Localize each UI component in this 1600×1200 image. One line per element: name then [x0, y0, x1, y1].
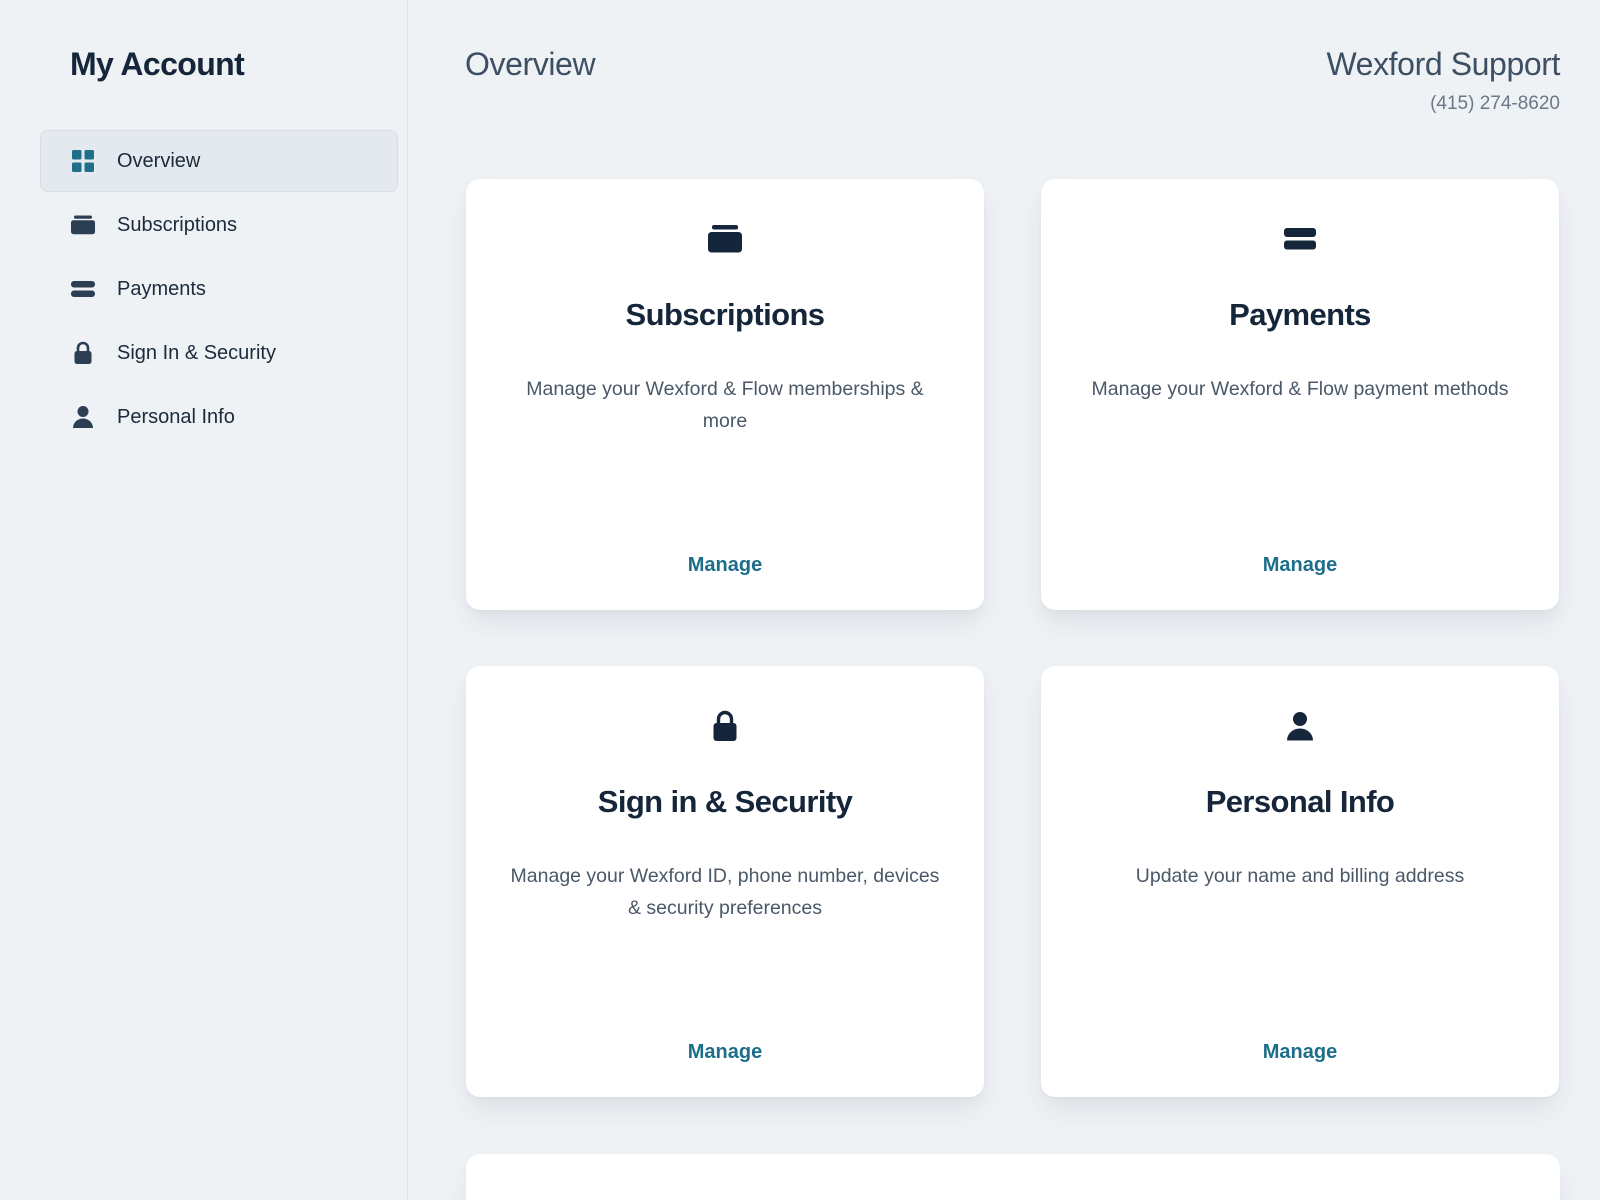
wallet-icon [71, 213, 95, 237]
grid-icon [71, 149, 95, 173]
sidebar-item-payments[interactable]: Payments [40, 258, 398, 320]
card-icon [1041, 221, 1559, 257]
page-title: Overview [465, 46, 596, 82]
manage-personal-info-link[interactable]: Manage [1041, 1041, 1559, 1064]
card-subscriptions: Subscriptions Manage your Wexford & Flow… [466, 179, 984, 610]
lock-icon [466, 708, 984, 744]
sidebar-title: My Account [70, 46, 245, 82]
support-contact: Wexford Support (415) 274-8620 [1326, 46, 1560, 115]
card-title: Sign in & Security [597, 784, 853, 819]
sidebar-item-label: Overview [117, 149, 201, 172]
card-title: Subscriptions [625, 297, 826, 332]
card-title: Payments [1229, 297, 1371, 332]
sidebar: My Account Overview Subscriptions Paymen… [0, 0, 408, 1200]
manage-payments-link[interactable]: Manage [1041, 554, 1559, 577]
card-description: Manage your Wexford ID, phone number, de… [510, 865, 940, 919]
card-title: Personal Info [1205, 784, 1395, 819]
sidebar-item-overview[interactable]: Overview [40, 130, 398, 192]
card-security: Sign in & Security Manage your Wexford I… [466, 666, 984, 1097]
sidebar-item-label: Personal Info [117, 405, 235, 428]
user-icon [71, 405, 95, 429]
lock-icon [71, 341, 95, 365]
sidebar-item-label: Subscriptions [117, 213, 238, 236]
card-description: Update your name and billing address [1135, 865, 1465, 887]
sidebar-nav: Overview Subscriptions Payments Sign In … [40, 130, 398, 450]
manage-subscriptions-link[interactable]: Manage [466, 554, 984, 577]
card-partial [466, 1154, 1560, 1200]
sidebar-item-label: Payments [117, 277, 206, 300]
manage-security-link[interactable]: Manage [466, 1041, 984, 1064]
card-payments: Payments Manage your Wexford & Flow paym… [1041, 179, 1559, 610]
card-icon [71, 277, 95, 301]
account-app: My Account Overview Subscriptions Paymen… [0, 0, 1600, 1200]
card-personal-info: Personal Info Update your name and billi… [1041, 666, 1559, 1097]
sidebar-item-subscriptions[interactable]: Subscriptions [40, 194, 398, 256]
support-phone[interactable]: (415) 274-8620 [1326, 93, 1560, 115]
sidebar-item-security[interactable]: Sign In & Security [40, 322, 398, 384]
wallet-icon [466, 221, 984, 257]
sidebar-item-personal-info[interactable]: Personal Info [40, 386, 398, 448]
user-icon [1041, 708, 1559, 744]
card-description: Manage your Wexford & Flow payment metho… [1091, 378, 1509, 400]
sidebar-item-label: Sign In & Security [117, 341, 276, 364]
card-description: Manage your Wexford & Flow memberships &… [526, 378, 924, 432]
support-name: Wexford Support [1326, 46, 1560, 82]
